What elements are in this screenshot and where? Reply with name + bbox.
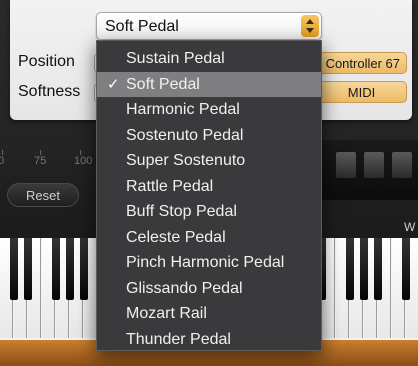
pedal[interactable]	[364, 152, 384, 178]
menu-item[interactable]: ✓ Soft Pedal	[97, 71, 321, 97]
menu-item-label: Thunder Pedal	[126, 330, 231, 348]
pedal[interactable]	[392, 152, 412, 178]
menu-item[interactable]: Glissando Pedal	[97, 276, 321, 302]
controller-button[interactable]: Controller 67	[316, 52, 407, 74]
checkmark-icon: ✓	[107, 75, 120, 93]
menu-item-label: Buff Stop Pedal	[126, 203, 237, 220]
position-label: Position	[18, 53, 75, 70]
pedal-type-dropdown[interactable]: Soft Pedal	[96, 12, 322, 40]
menu-item-label: Super Sostenuto	[126, 152, 246, 169]
menu-item-label: Glissando Pedal	[126, 279, 243, 297]
black-key[interactable]	[360, 238, 368, 300]
menu-item-label: Sustain Pedal	[126, 50, 225, 67]
scale-label-0: 0	[0, 155, 5, 167]
menu-item[interactable]: Sustain Pedal	[97, 46, 321, 72]
menu-item[interactable]: Buff Stop Pedal	[97, 199, 321, 225]
black-key[interactable]	[80, 238, 88, 300]
keyboard-letter: W	[404, 220, 416, 234]
black-key[interactable]	[402, 238, 410, 300]
value-scale: 0 75 100	[0, 150, 100, 167]
menu-item[interactable]: Thunder Pedal	[97, 327, 321, 353]
softness-label: Softness	[18, 83, 81, 100]
menu-item-label: Soft Pedal	[126, 75, 200, 93]
menu-item[interactable]: Mozart Rail	[97, 301, 321, 327]
pedal-area	[322, 140, 418, 200]
black-key[interactable]	[52, 238, 60, 300]
midi-button[interactable]: MIDI	[316, 81, 407, 103]
black-key[interactable]	[24, 238, 32, 300]
menu-item[interactable]: Super Sostenuto	[97, 148, 321, 174]
menu-item[interactable]: Rattle Pedal	[97, 174, 321, 200]
menu-item[interactable]: Celeste Pedal	[97, 225, 321, 251]
menu-item[interactable]: Pinch Harmonic Pedal	[97, 250, 321, 276]
menu-item-label: Sostenuto Pedal	[126, 126, 244, 144]
menu-item-label: Rattle Pedal	[126, 177, 214, 195]
black-key[interactable]	[346, 238, 354, 300]
black-key[interactable]	[66, 238, 74, 300]
scale-label-75: 75	[34, 155, 47, 167]
reset-button[interactable]: Reset	[7, 183, 79, 207]
menu-item[interactable]: Sostenuto Pedal	[97, 123, 321, 149]
pedal-type-menu: Sustain Pedal ✓ Soft Pedal Harmonic Pedal…	[96, 40, 322, 351]
chevron-up-down-icon[interactable]	[301, 15, 319, 37]
pedal[interactable]	[336, 152, 356, 178]
menu-item-label: Harmonic Pedal	[126, 101, 240, 118]
black-key[interactable]	[374, 238, 382, 300]
black-key[interactable]	[10, 238, 18, 300]
scale-label-100: 100	[74, 155, 93, 167]
menu-item-label: Celeste Pedal	[126, 228, 226, 246]
dropdown-value: Soft Pedal	[105, 18, 179, 35]
menu-item-label: Mozart Rail	[126, 305, 207, 322]
menu-item[interactable]: Harmonic Pedal	[97, 97, 321, 123]
menu-item-label: Pinch Harmonic Pedal	[126, 254, 285, 271]
